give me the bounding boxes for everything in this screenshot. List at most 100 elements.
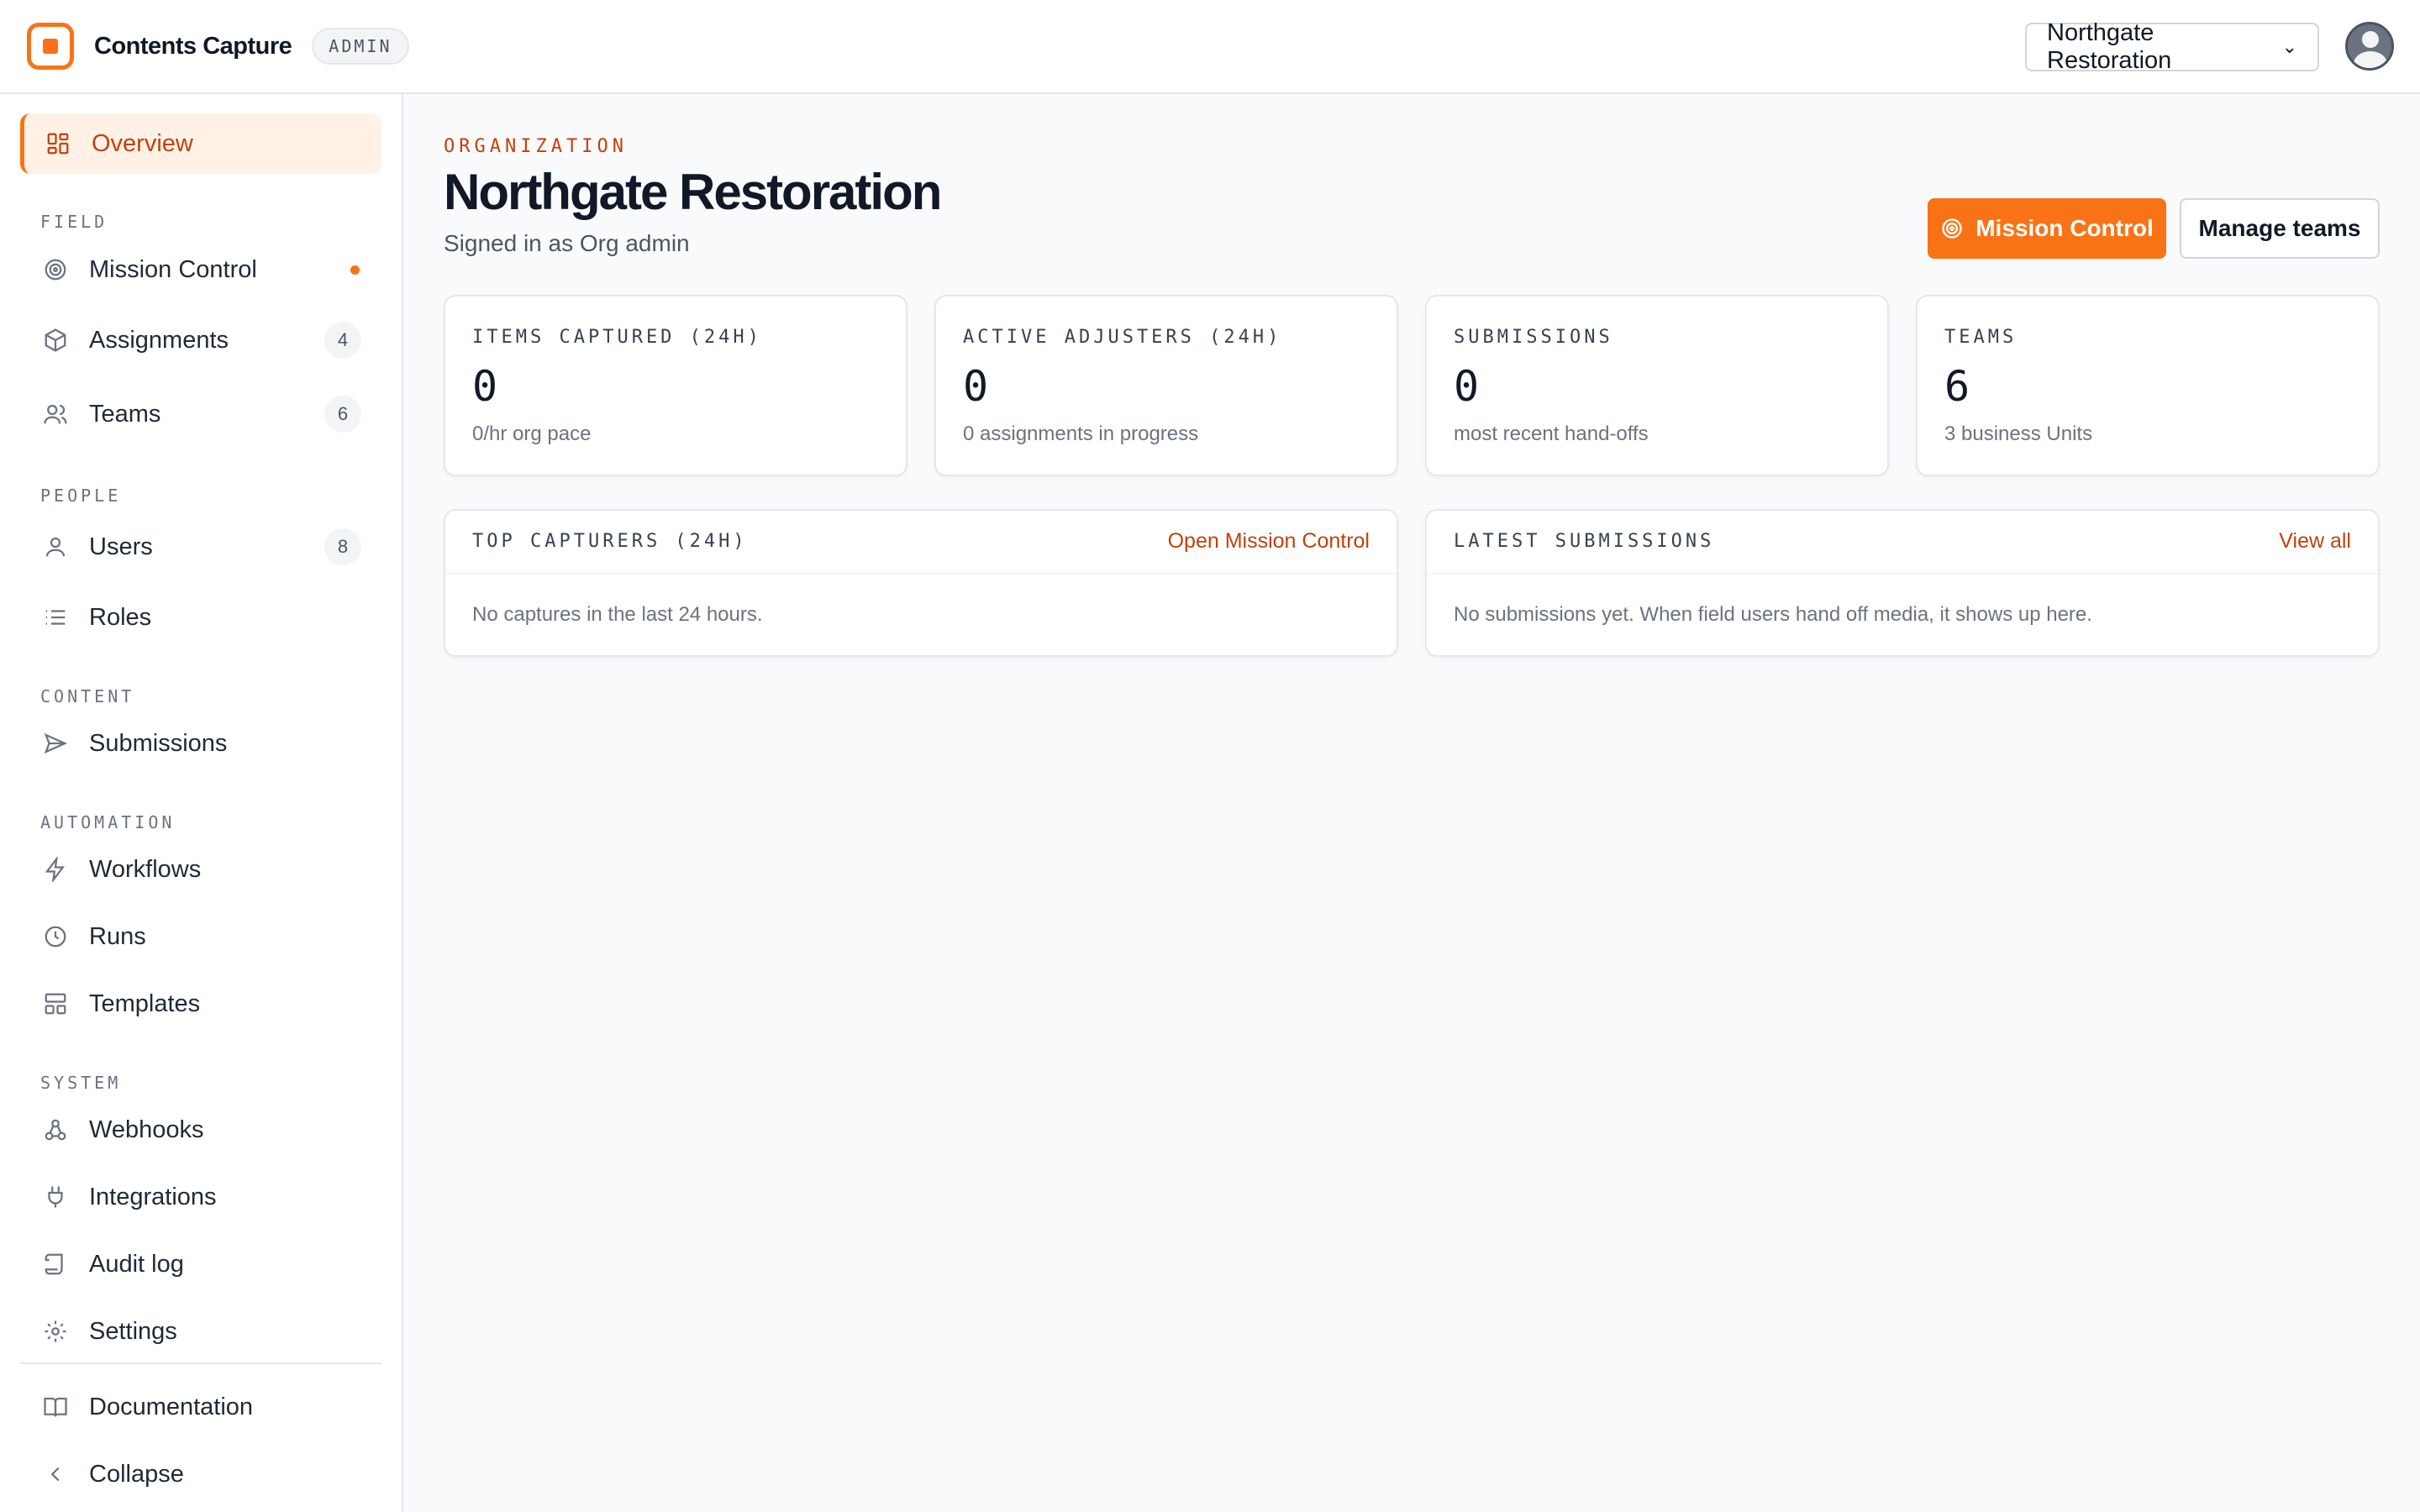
sidebar-item-users[interactable]: Users 8 [20,517,381,577]
users-icon [42,401,69,428]
open-mission-control-link[interactable]: Open Mission Control [1168,529,1370,554]
list-icon [42,604,69,631]
stat-card-submissions: SUBMISSIONS 0 most recent hand-offs [1425,295,1889,476]
sidebar-item-label: Overview [92,129,193,157]
latest-submissions-panel: LATEST SUBMISSIONS View all No submissio… [1425,509,2380,657]
webhook-icon [42,1116,69,1143]
sidebar-item-teams[interactable]: Teams 6 [20,384,381,444]
sidebar-item-label: Collapse [89,1460,184,1488]
user-avatar[interactable] [2345,22,2394,71]
sidebar-item-audit-log[interactable]: Audit log [20,1234,381,1294]
stat-subtext: 0/hr org pace [472,423,592,445]
stat-card-teams: TEAMS 6 3 business Units [1916,295,2380,476]
stat-card-active-adjusters: ACTIVE ADJUSTERS (24H) 0 0 assignments i… [934,295,1398,476]
app-logo[interactable] [27,23,74,70]
send-icon [42,730,69,757]
section-label-system: SYSTEM [40,1073,122,1093]
sidebar-divider [20,1362,381,1364]
sidebar-item-label: Submissions [89,729,228,757]
mission-control-button[interactable]: Mission Control [1928,198,2166,259]
sidebar-item-label: Settings [89,1317,177,1345]
sidebar-item-label: Teams [89,400,161,428]
panel-header: TOP CAPTURERS (24H) Open Mission Control [445,511,1397,575]
sidebar-item-mission-control[interactable]: Mission Control [20,239,381,300]
scroll-icon [42,1251,69,1278]
sidebar-item-workflows[interactable]: Workflows [20,839,381,900]
panel-header: LATEST SUBMISSIONS View all [1427,511,2378,575]
sidebar-item-assignments[interactable]: Assignments 4 [20,310,381,370]
plug-icon [42,1184,69,1210]
sidebar-item-label: Users [89,533,153,560]
sidebar-item-templates[interactable]: Templates [20,974,381,1034]
stat-card-items-captured: ITEMS CAPTURED (24H) 0 0/hr org pace [444,295,908,476]
radar-icon [1940,217,1964,240]
panel-title: TOP CAPTURERS (24H) [472,531,748,552]
section-label-people: PEOPLE [40,486,122,506]
stat-label: TEAMS [1944,327,2018,348]
role-badge: ADMIN [312,28,409,65]
sidebar-collapse-button[interactable]: Collapse [20,1444,381,1504]
sidebar-item-label: Roles [89,603,152,631]
lightning-icon [42,856,69,883]
app-title: Contents Capture [94,32,292,60]
radar-icon [42,256,69,283]
panel-title: LATEST SUBMISSIONS [1454,531,1715,552]
sidebar-item-label: Webhooks [89,1116,204,1143]
count-badge: 8 [324,528,361,565]
section-label-content: CONTENT [40,686,135,706]
stat-label: ITEMS CAPTURED (24H) [472,327,762,348]
gear-icon [42,1318,69,1345]
clock-icon [42,923,69,950]
stat-subtext: 3 business Units [1944,423,2093,445]
stat-label: ACTIVE ADJUSTERS (24H) [963,327,1282,348]
sidebar-item-submissions[interactable]: Submissions [20,713,381,774]
count-badge: 4 [324,322,361,359]
book-icon [42,1394,69,1420]
chevron-down-icon: ⌄ [2281,36,2297,57]
stat-subtext: most recent hand-offs [1454,423,1649,445]
sidebar-item-label: Assignments [89,326,229,354]
template-icon [42,990,69,1017]
stat-label: SUBMISSIONS [1454,327,1613,348]
sidebar-item-runs[interactable]: Runs [20,906,381,967]
count-badge: 6 [324,396,361,433]
stat-value: 0 [1454,362,1480,411]
section-label-field: FIELD [40,212,108,232]
stat-value: 6 [1944,362,1970,411]
sidebar-item-label: Documentation [89,1393,254,1420]
org-selector[interactable]: Northgate Restoration ⌄ [2025,19,2319,74]
stat-value: 0 [963,362,989,411]
sidebar-item-label: Workflows [89,855,202,883]
sidebar-item-settings[interactable]: Settings [20,1301,381,1362]
page-title: Northgate Restoration [444,164,942,220]
top-bar: Contents Capture ADMIN Northgate Restora… [0,0,2420,94]
live-indicator-dot [350,265,360,275]
user-icon [42,533,69,560]
stat-value: 0 [472,362,498,411]
page-subtitle: Signed in as Org admin [444,230,690,256]
grid-icon [45,130,71,157]
chevron-left-icon [42,1461,69,1488]
sidebar-item-overview[interactable]: Overview [20,113,381,174]
manage-teams-button[interactable]: Manage teams [2180,198,2380,259]
button-label: Mission Control [1975,215,2154,241]
org-selector-value: Northgate Restoration [2047,19,2172,74]
sidebar-item-label: Mission Control [89,255,257,283]
empty-state-text: No submissions yet. When field users han… [1454,603,2092,626]
sidebar-item-label: Runs [89,922,146,950]
section-label-automation: AUTOMATION [40,812,176,832]
sidebar: Overview FIELD Mission Control Assignmen… [0,94,403,1512]
empty-state-text: No captures in the last 24 hours. [472,603,763,626]
page-kicker: ORGANIZATION [444,136,628,157]
sidebar-item-webhooks[interactable]: Webhooks [20,1100,381,1160]
sidebar-item-integrations[interactable]: Integrations [20,1167,381,1227]
stat-subtext: 0 assignments in progress [963,423,1199,445]
box-icon [42,327,69,354]
top-capturers-panel: TOP CAPTURERS (24H) Open Mission Control… [444,509,1398,657]
sidebar-item-label: Integrations [89,1183,217,1210]
sidebar-item-roles[interactable]: Roles [20,587,381,648]
sidebar-item-label: Audit log [89,1250,184,1278]
sidebar-item-documentation[interactable]: Documentation [20,1377,381,1437]
view-all-link[interactable]: View all [2279,529,2351,554]
sidebar-item-label: Templates [89,990,201,1017]
